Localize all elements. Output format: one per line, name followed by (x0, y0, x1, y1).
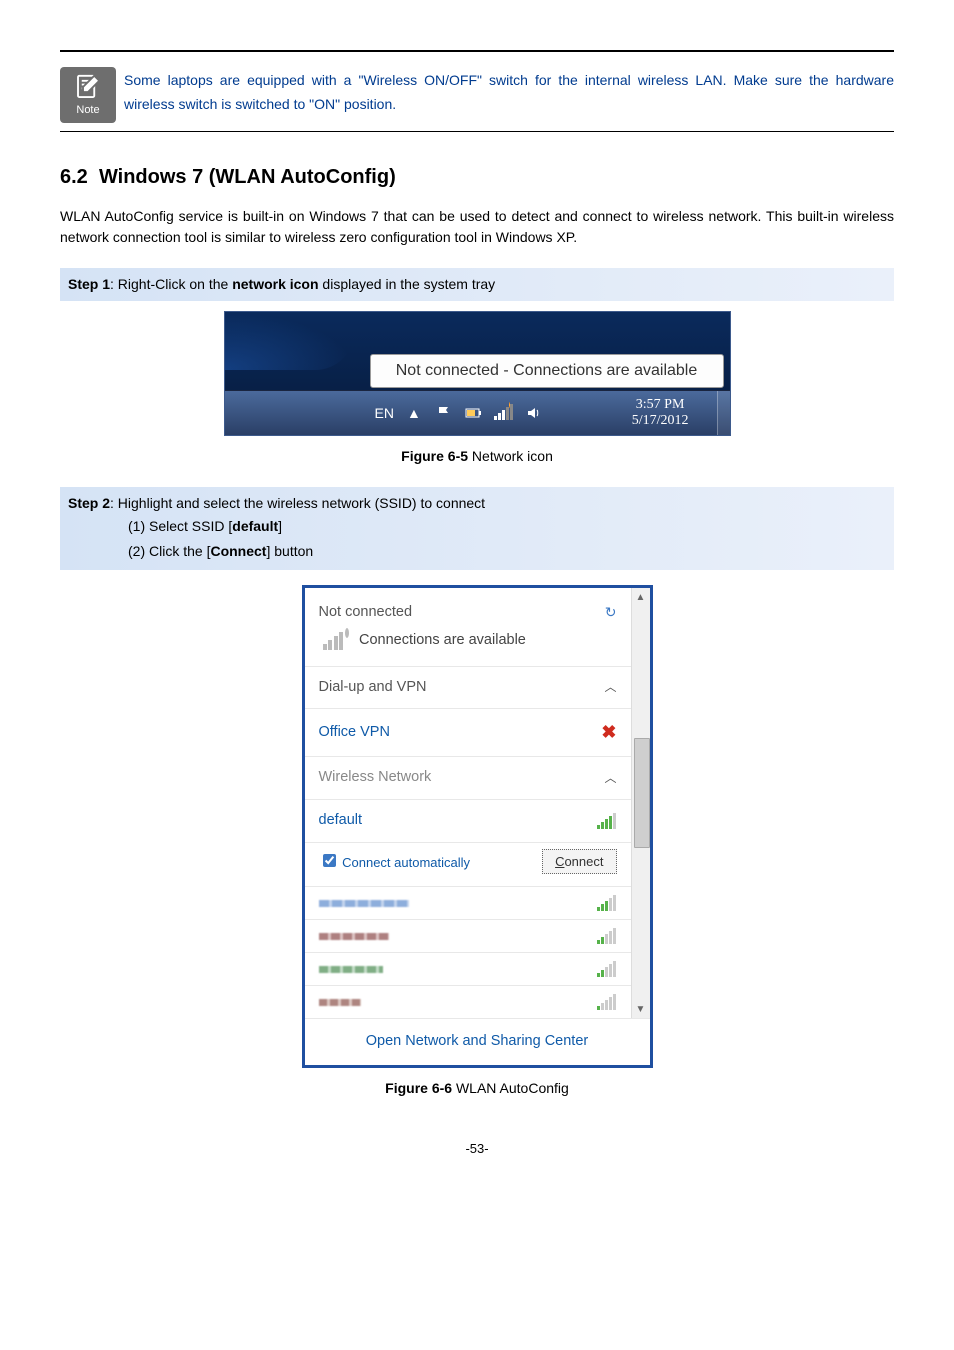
step1-text-after: displayed in the system tray (319, 276, 496, 292)
wlan-available-label: Connections are available (359, 630, 526, 652)
figure-2-text: WLAN AutoConfig (452, 1080, 569, 1096)
open-network-sharing-center-link[interactable]: Open Network and Sharing Center (305, 1018, 650, 1065)
wlan-office-vpn[interactable]: Office VPN ✖ (305, 709, 631, 757)
wlan-office-vpn-label: Office VPN (319, 722, 390, 744)
obscured-ssid (319, 900, 409, 907)
show-hidden-icons-icon[interactable]: ▲ (404, 403, 424, 423)
wlan-not-connected-label: Not connected (319, 602, 413, 624)
step1-bold: network icon (232, 276, 318, 292)
figure-2-caption: Figure 6-6 WLAN AutoConfig (60, 1078, 894, 1099)
wlan-connections-available: Connections are available (305, 630, 631, 667)
scrollbar[interactable]: ▲ ▼ (631, 588, 650, 1018)
step2-label: Step 2 (68, 495, 110, 511)
show-desktop-button[interactable] (717, 391, 730, 435)
step2-item1-pre: (1) Select SSID [ (128, 518, 232, 534)
signal-strength-icon (597, 961, 617, 977)
step2-item2-bold: Connect (210, 543, 266, 559)
step2-item1-post: ] (278, 518, 282, 534)
scroll-down-icon[interactable]: ▼ (632, 1000, 650, 1018)
step2-text: : Highlight and select the wireless netw… (110, 495, 485, 511)
volume-icon[interactable] (524, 403, 544, 423)
wlan-ssid-obscured-4[interactable] (305, 986, 631, 1018)
scroll-up-icon[interactable]: ▲ (632, 588, 650, 606)
scroll-thumb[interactable] (634, 738, 650, 848)
connect-automatically-checkbox[interactable] (323, 854, 336, 867)
tray-tooltip: Not connected - Connections are availabl… (370, 354, 724, 388)
step2-item2-pre: (2) Click the [ (128, 543, 210, 559)
signal-strength-icon (597, 895, 617, 911)
signal-available-icon (323, 632, 344, 650)
note-text: Some laptops are equipped with a "Wirele… (124, 67, 894, 123)
section-heading: 6.2 Windows 7 (WLAN AutoConfig) (60, 162, 894, 192)
connect-button[interactable]: Connect (542, 849, 616, 875)
wlan-dialup-section[interactable]: Dial-up and VPN ︿ (305, 667, 631, 710)
step2-bar: Step 2: Highlight and select the wireles… (60, 487, 894, 514)
section-title: Windows 7 (WLAN AutoConfig) (99, 166, 396, 188)
figure-1-systray: Not connected - Connections are availabl… (60, 311, 894, 436)
tray-time: 3:57 PM (632, 397, 689, 413)
section-number: 6.2 (60, 166, 88, 188)
obscured-ssid (319, 966, 383, 973)
taskbar: EN ▲ 3:57 PM 5/17/2012 (225, 390, 730, 435)
figure-2-label: Figure 6-6 (385, 1080, 452, 1096)
refresh-icon[interactable]: ↻ (605, 602, 617, 623)
section-intro: WLAN AutoConfig service is built-in on W… (60, 206, 894, 248)
wlan-ssid-obscured-1[interactable] (305, 887, 631, 920)
connect-button-rest: onnect (564, 854, 603, 869)
step2-item-2: (2) Click the [Connect] button (68, 539, 886, 564)
obscured-ssid (319, 933, 389, 940)
tray-date: 5/17/2012 (632, 413, 689, 429)
wlan-ssid-obscured-2[interactable] (305, 920, 631, 953)
figure-2-wlan-panel: Not connected ↻ Connections are availabl… (60, 585, 894, 1068)
step1-bar: Step 1: Right-Click on the network icon … (60, 268, 894, 301)
tray-language-indicator[interactable]: EN (375, 403, 394, 424)
top-horizontal-rule (60, 50, 894, 52)
figure-1-label: Figure 6-5 (401, 448, 468, 464)
wlan-header: Not connected ↻ (305, 588, 631, 630)
step2-item1-bold: default (232, 518, 278, 534)
wlan-wireless-section[interactable]: Wireless Network ︿ (305, 757, 631, 800)
chevron-up-icon: ︿ (604, 678, 616, 696)
action-center-flag-icon[interactable] (434, 403, 454, 423)
battery-icon[interactable] (464, 403, 484, 423)
wlan-default-label: default (319, 810, 363, 832)
obscured-ssid (319, 999, 361, 1006)
figure-1-caption: Figure 6-5 Network icon (60, 446, 894, 467)
network-icon[interactable] (494, 403, 514, 423)
step1-text-before: : Right-Click on the (110, 276, 232, 292)
wlan-ssid-default[interactable]: default (305, 800, 631, 843)
note-callout: Note Some laptops are equipped with a "W… (60, 67, 894, 132)
step2-list: (1) Select SSID [default] (2) Click the … (60, 514, 894, 570)
signal-strength-icon (597, 928, 617, 944)
note-icon: Note (60, 67, 116, 123)
page-number: -53- (60, 1139, 894, 1159)
wlan-wireless-label: Wireless Network (319, 767, 432, 789)
tray-clock[interactable]: 3:57 PM 5/17/2012 (624, 395, 697, 431)
figure-1-text: Network icon (468, 448, 553, 464)
step1-label: Step 1 (68, 276, 110, 292)
step2-item2-post: ] button (266, 543, 313, 559)
wlan-connect-auto-row: Connect automatically Connect (305, 843, 631, 888)
wlan-connect-auto-label[interactable]: Connect automatically (319, 851, 471, 873)
x-disconnected-icon: ✖ (601, 719, 616, 746)
wlan-ssid-obscured-3[interactable] (305, 953, 631, 986)
signal-strength-icon (597, 813, 617, 829)
step2-item-1: (1) Select SSID [default] (68, 514, 886, 539)
wlan-connect-auto-text: Connect automatically (342, 855, 470, 870)
wlan-dialup-label: Dial-up and VPN (319, 677, 427, 699)
signal-strength-icon (597, 994, 617, 1010)
note-label: Note (76, 102, 99, 119)
chevron-up-icon: ︿ (604, 769, 616, 787)
